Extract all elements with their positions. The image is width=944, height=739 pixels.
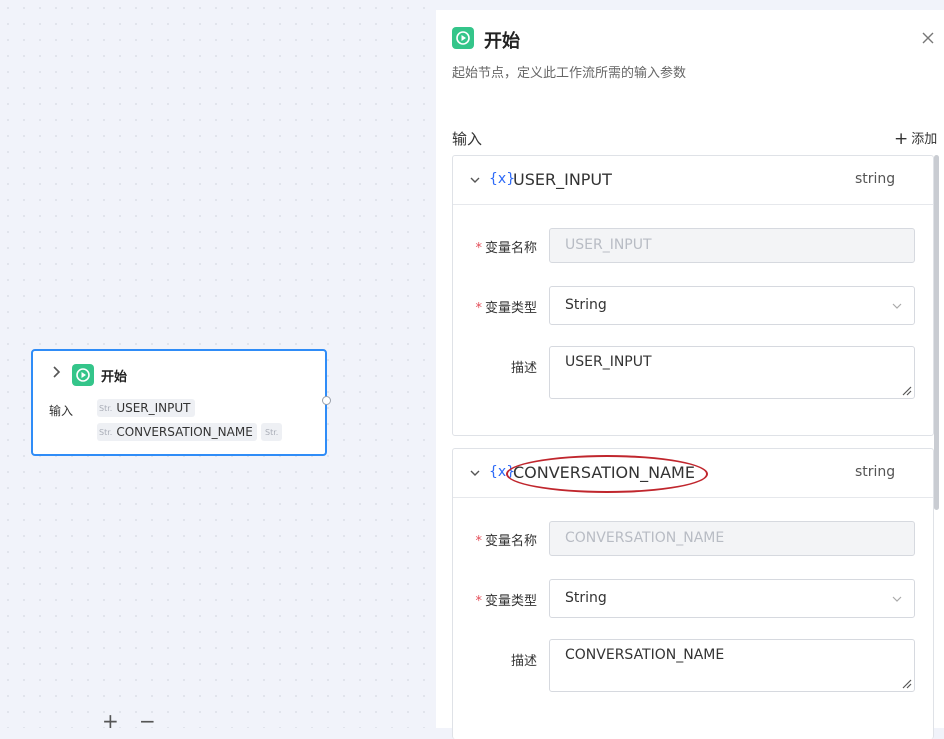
node-input-tag: Str. USER_INPUT [97, 399, 195, 417]
node-config-panel: 开始 起始节点，定义此工作流所需的输入参数 输入 + 添加 {x} USER_IN… [436, 10, 944, 739]
string-type-icon: Str. [99, 404, 113, 413]
start-node[interactable]: 开始 输入 Str. USER_INPUT Str. CONVERSATION_NA… [31, 349, 331, 456]
scrollbar[interactable] [934, 155, 939, 510]
plus-icon: + [894, 129, 909, 149]
textarea-value: USER_INPUT [565, 354, 652, 370]
resize-handle-icon[interactable] [900, 384, 912, 396]
variable-name-field: USER_INPUT [549, 228, 915, 263]
output-port[interactable] [322, 396, 331, 405]
variable-type-label: * 变量类型 [467, 590, 537, 609]
close-icon[interactable] [920, 30, 936, 46]
variable-type: string [855, 171, 896, 187]
variable-name: CONVERSATION_NAME [513, 463, 695, 482]
chevron-down-icon[interactable] [470, 175, 480, 185]
label-text: 变量名称 [484, 534, 537, 549]
variable-type-label: * 变量类型 [467, 297, 537, 316]
zoom-in-button[interactable]: + [102, 711, 119, 731]
description-textarea[interactable]: USER_INPUT [549, 346, 915, 399]
node-title: 开始 [101, 370, 128, 385]
variable-type-select[interactable]: String [549, 286, 915, 325]
textarea-value: CONVERSATION_NAME [565, 647, 725, 663]
variable-icon: {x} [489, 171, 516, 187]
string-type-icon: Str. [99, 428, 113, 437]
chevron-down-icon [892, 596, 902, 602]
label-text: 变量类型 [484, 301, 537, 316]
variable-card-header[interactable]: {x} CONVERSATION_NAME string [453, 449, 933, 498]
play-icon [452, 27, 474, 49]
variable-name-label: * 变量名称 [467, 530, 537, 549]
variable-name-field: CONVERSATION_NAME [549, 521, 915, 556]
select-value: String [565, 590, 607, 606]
tag-label: CONVERSATION_NAME [116, 425, 253, 439]
zoom-out-button[interactable]: − [139, 711, 156, 731]
description-label: 描述 [510, 361, 537, 376]
chevron-down-icon [892, 303, 902, 309]
select-value: String [565, 297, 607, 313]
variable-icon: {x} [489, 464, 516, 480]
description-label: 描述 [510, 654, 537, 669]
add-label: 添加 [911, 132, 938, 147]
description-textarea[interactable]: CONVERSATION_NAME [549, 639, 915, 692]
node-input-tag: Str. CONVERSATION_NAME [97, 423, 257, 441]
required-mark: * [475, 594, 482, 609]
play-icon [72, 364, 94, 386]
node-input-tag: Str. [261, 423, 283, 441]
add-variable-button[interactable]: + 添加 [894, 128, 937, 149]
resize-handle-icon[interactable] [900, 677, 912, 689]
label-text: 变量类型 [484, 594, 537, 609]
variable-card: {x} CONVERSATION_NAME string * 变量名称 CONVE… [452, 448, 934, 739]
variable-card: {x} USER_INPUT string * 变量名称 USER_INPUT *… [452, 155, 934, 436]
required-mark: * [475, 534, 482, 549]
chevron-right-icon[interactable] [49, 365, 63, 379]
node-input-label: 输入 [49, 404, 74, 418]
variable-name-label: * 变量名称 [467, 237, 537, 256]
panel-description: 起始节点，定义此工作流所需的输入参数 [452, 66, 687, 81]
workflow-canvas[interactable]: 开始 输入 Str. USER_INPUT Str. CONVERSATION_NA… [0, 0, 436, 731]
panel-title: 开始 [484, 31, 520, 52]
variable-type: string [855, 464, 896, 480]
label-text: 变量名称 [484, 241, 537, 256]
chevron-down-icon[interactable] [470, 468, 480, 478]
variable-card-header[interactable]: {x} USER_INPUT string [453, 156, 933, 205]
string-type-icon: Str. [265, 428, 279, 437]
required-mark: * [475, 241, 482, 256]
required-mark: * [475, 301, 482, 316]
variable-name: USER_INPUT [513, 170, 612, 189]
tag-label: USER_INPUT [116, 401, 191, 415]
variable-type-select[interactable]: String [549, 579, 915, 618]
input-section-label: 输入 [452, 130, 483, 148]
